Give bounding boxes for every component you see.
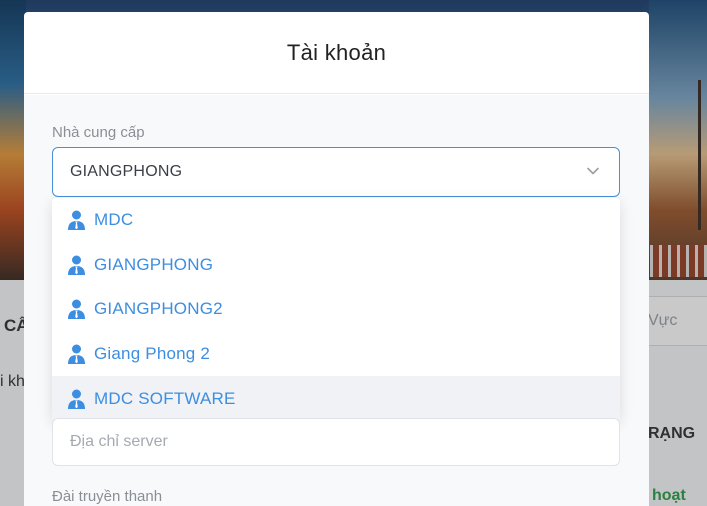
modal-header: Tài khoản xyxy=(24,12,649,94)
provider-option-giang-phong-2[interactable]: Giang Phong 2 xyxy=(52,332,620,377)
modal-title: Tài khoản xyxy=(286,39,387,65)
provider-option-label: MDC xyxy=(94,210,134,230)
station-label: Đài truyền thanh xyxy=(52,488,163,505)
provider-option-label: Giang Phong 2 xyxy=(94,344,211,364)
provider-dropdown: MDC GIANGPHONG GIANGPHONG2 Giang Phong 2… xyxy=(52,198,620,421)
provider-option-mdc-software[interactable]: MDC SOFTWARE xyxy=(52,376,620,421)
user-icon xyxy=(68,299,85,320)
provider-option-mdc[interactable]: MDC xyxy=(52,198,620,243)
server-address-placeholder: Địa chỉ server xyxy=(70,433,168,450)
chevron-down-icon xyxy=(587,167,599,175)
provider-option-label: GIANGPHONG2 xyxy=(94,299,223,319)
user-icon xyxy=(68,210,85,231)
provider-select-value: GIANGPHONG xyxy=(70,163,183,180)
user-icon xyxy=(68,344,85,365)
provider-select[interactable]: GIANGPHONG xyxy=(52,147,620,197)
provider-option-giangphong[interactable]: GIANGPHONG xyxy=(52,243,620,288)
account-modal: Tài khoản Nhà cung cấp GIANGPHONG MDC GI… xyxy=(24,12,649,506)
user-icon xyxy=(68,255,85,275)
provider-option-giangphong2[interactable]: GIANGPHONG2 xyxy=(52,287,620,332)
server-address-input[interactable]: Địa chỉ server xyxy=(52,418,620,466)
user-icon xyxy=(68,389,85,409)
provider-option-label: MDC SOFTWARE xyxy=(94,388,236,408)
provider-option-label: GIANGPHONG xyxy=(94,254,214,274)
provider-label: Nhà cung cấp xyxy=(52,124,145,141)
